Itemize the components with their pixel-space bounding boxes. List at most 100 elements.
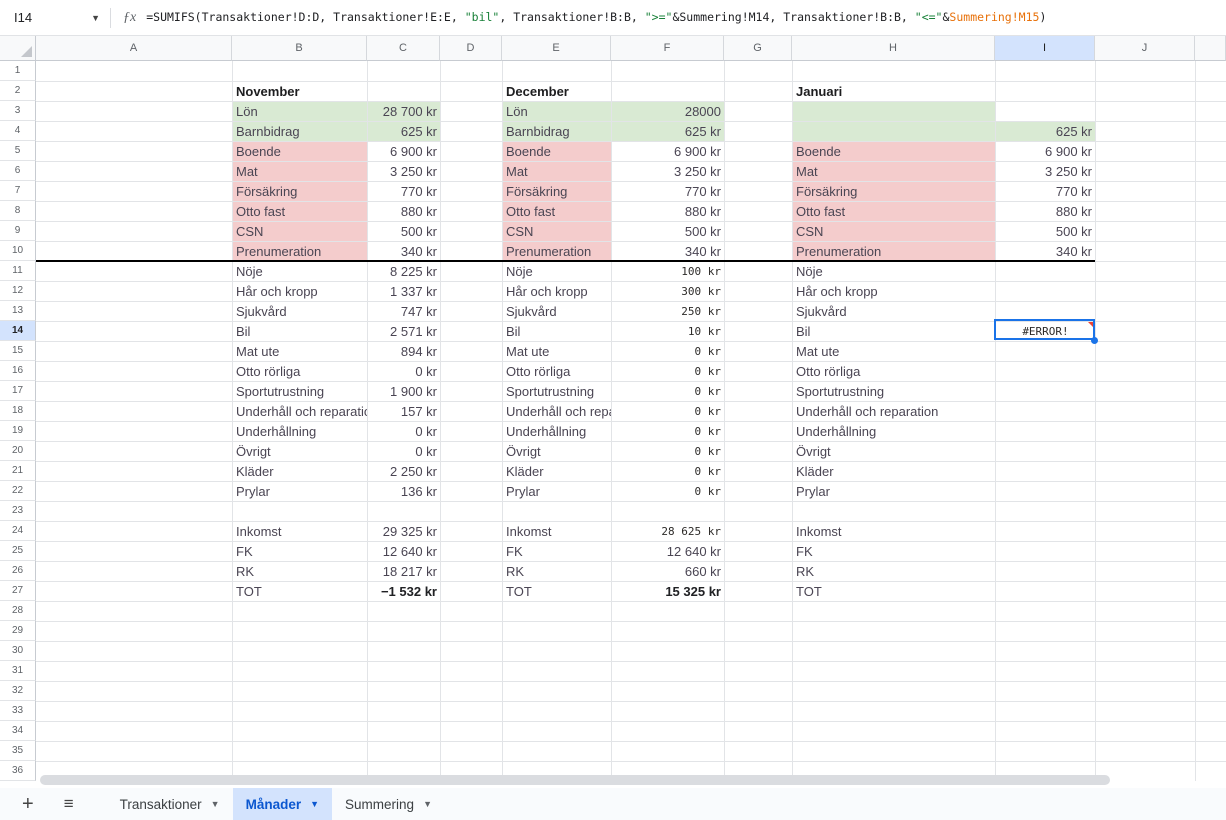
row-header-22[interactable]: 22 [0,481,36,501]
cell-F10[interactable]: 340 kr [612,242,724,261]
cell-C6[interactable]: 3 250 kr [368,162,440,181]
add-sheet-button[interactable]: + [0,788,49,820]
row-header-32[interactable]: 32 [0,681,36,701]
cell-C17[interactable]: 1 900 kr [368,382,440,401]
cell-B10[interactable]: Prenumeration [233,242,367,261]
cell-E7[interactable]: Försäkring [503,182,611,201]
row-header-8[interactable]: 8 [0,201,36,221]
column-header-C[interactable]: C [367,36,440,61]
cell-F17[interactable]: 0 kr [612,382,724,401]
select-all-corner[interactable] [0,36,36,61]
cell-H26[interactable]: RK [793,562,995,581]
cell-H25[interactable]: FK [793,542,995,561]
cell-E24[interactable]: Inkomst [503,522,611,541]
cell-C12[interactable]: 1 337 kr [368,282,440,301]
cell-E8[interactable]: Otto fast [503,202,611,221]
row-header-21[interactable]: 21 [0,461,36,481]
cell-F20[interactable]: 0 kr [612,442,724,461]
cell-E20[interactable]: Övrigt [503,442,611,461]
cell-B25[interactable]: FK [233,542,367,561]
cell-H18[interactable]: Underhåll och reparation [793,402,995,421]
column-header-G[interactable]: G [724,36,792,61]
cell-F25[interactable]: 12 640 kr [612,542,724,561]
cell-E12[interactable]: Hår och kropp [503,282,611,301]
row-header-7[interactable]: 7 [0,181,36,201]
cell-H11[interactable]: Nöje [793,262,995,281]
cell-B8[interactable]: Otto fast [233,202,367,221]
cell-C18[interactable]: 157 kr [368,402,440,421]
row-header-5[interactable]: 5 [0,141,36,161]
row-header-16[interactable]: 16 [0,361,36,381]
cell-H9[interactable]: CSN [793,222,995,241]
cell-B24[interactable]: Inkomst [233,522,367,541]
cell-F22[interactable]: 0 kr [612,482,724,501]
cell-B5[interactable]: Boende [233,142,367,161]
cell-E22[interactable]: Prylar [503,482,611,501]
cell-F27[interactable]: 15 325 kr [612,582,724,601]
formula-input[interactable]: =SUMIFS(Transaktioner!D:D, Transaktioner… [146,0,1226,35]
cell-H13[interactable]: Sjukvård [793,302,995,321]
cell-C27[interactable]: −1 532 kr [368,582,440,601]
cell-I7[interactable]: 770 kr [996,182,1095,201]
cell-H20[interactable]: Övrigt [793,442,995,461]
cell-E5[interactable]: Boende [503,142,611,161]
row-header-14[interactable]: 14 [0,321,36,341]
cell-C26[interactable]: 18 217 kr [368,562,440,581]
cell-E10[interactable]: Prenumeration [503,242,611,261]
cell-F13[interactable]: 250 kr [612,302,724,321]
cell-H19[interactable]: Underhållning [793,422,995,441]
row-header-26[interactable]: 26 [0,561,36,581]
cell-C20[interactable]: 0 kr [368,442,440,461]
cell-C7[interactable]: 770 kr [368,182,440,201]
cell-F6[interactable]: 3 250 kr [612,162,724,181]
cell-C11[interactable]: 8 225 kr [368,262,440,281]
cell-F16[interactable]: 0 kr [612,362,724,381]
cell-C9[interactable]: 500 kr [368,222,440,241]
row-header-23[interactable]: 23 [0,501,36,521]
cell-B9[interactable]: CSN [233,222,367,241]
cell-E3[interactable]: Lön [503,102,611,121]
cell-B4[interactable]: Barnbidrag [233,122,367,141]
cell-B16[interactable]: Otto rörliga [233,362,367,381]
cell-F5[interactable]: 6 900 kr [612,142,724,161]
cell-H17[interactable]: Sportutrustning [793,382,995,401]
cell-B7[interactable]: Försäkring [233,182,367,201]
cell-B19[interactable]: Underhållning [233,422,367,441]
cell-C24[interactable]: 29 325 kr [368,522,440,541]
row-header-29[interactable]: 29 [0,621,36,641]
column-header-H[interactable]: H [792,36,995,61]
cell-B2[interactable]: November [233,82,367,101]
cell-B21[interactable]: Kläder [233,462,367,481]
cell-E6[interactable]: Mat [503,162,611,181]
cell-E16[interactable]: Otto rörliga [503,362,611,381]
cell-B17[interactable]: Sportutrustning [233,382,367,401]
cell-C16[interactable]: 0 kr [368,362,440,381]
chevron-down-icon[interactable]: ▼ [310,799,319,809]
cell-B20[interactable]: Övrigt [233,442,367,461]
cell-H15[interactable]: Mat ute [793,342,995,361]
cell-E9[interactable]: CSN [503,222,611,241]
row-header-1[interactable]: 1 [0,61,36,81]
cell-I4[interactable]: 625 kr [996,122,1095,141]
cell-H21[interactable]: Kläder [793,462,995,481]
cell-F24[interactable]: 28 625 kr [612,522,724,541]
cell-C5[interactable]: 6 900 kr [368,142,440,161]
cell-F11[interactable]: 100 kr [612,262,724,281]
cell-F15[interactable]: 0 kr [612,342,724,361]
fill-handle[interactable] [1091,337,1098,344]
cell-H24[interactable]: Inkomst [793,522,995,541]
row-header-20[interactable]: 20 [0,441,36,461]
cell-I9[interactable]: 500 kr [996,222,1095,241]
row-header-3[interactable]: 3 [0,101,36,121]
cell-F19[interactable]: 0 kr [612,422,724,441]
cell-F21[interactable]: 0 kr [612,462,724,481]
cell-B14[interactable]: Bil [233,322,367,341]
cell-E27[interactable]: TOT [503,582,611,601]
cell-E4[interactable]: Barnbidrag [503,122,611,141]
row-header-19[interactable]: 19 [0,421,36,441]
row-header-24[interactable]: 24 [0,521,36,541]
cell-C21[interactable]: 2 250 kr [368,462,440,481]
cell-B26[interactable]: RK [233,562,367,581]
cell-E26[interactable]: RK [503,562,611,581]
cell-H14[interactable]: Bil [793,322,995,341]
